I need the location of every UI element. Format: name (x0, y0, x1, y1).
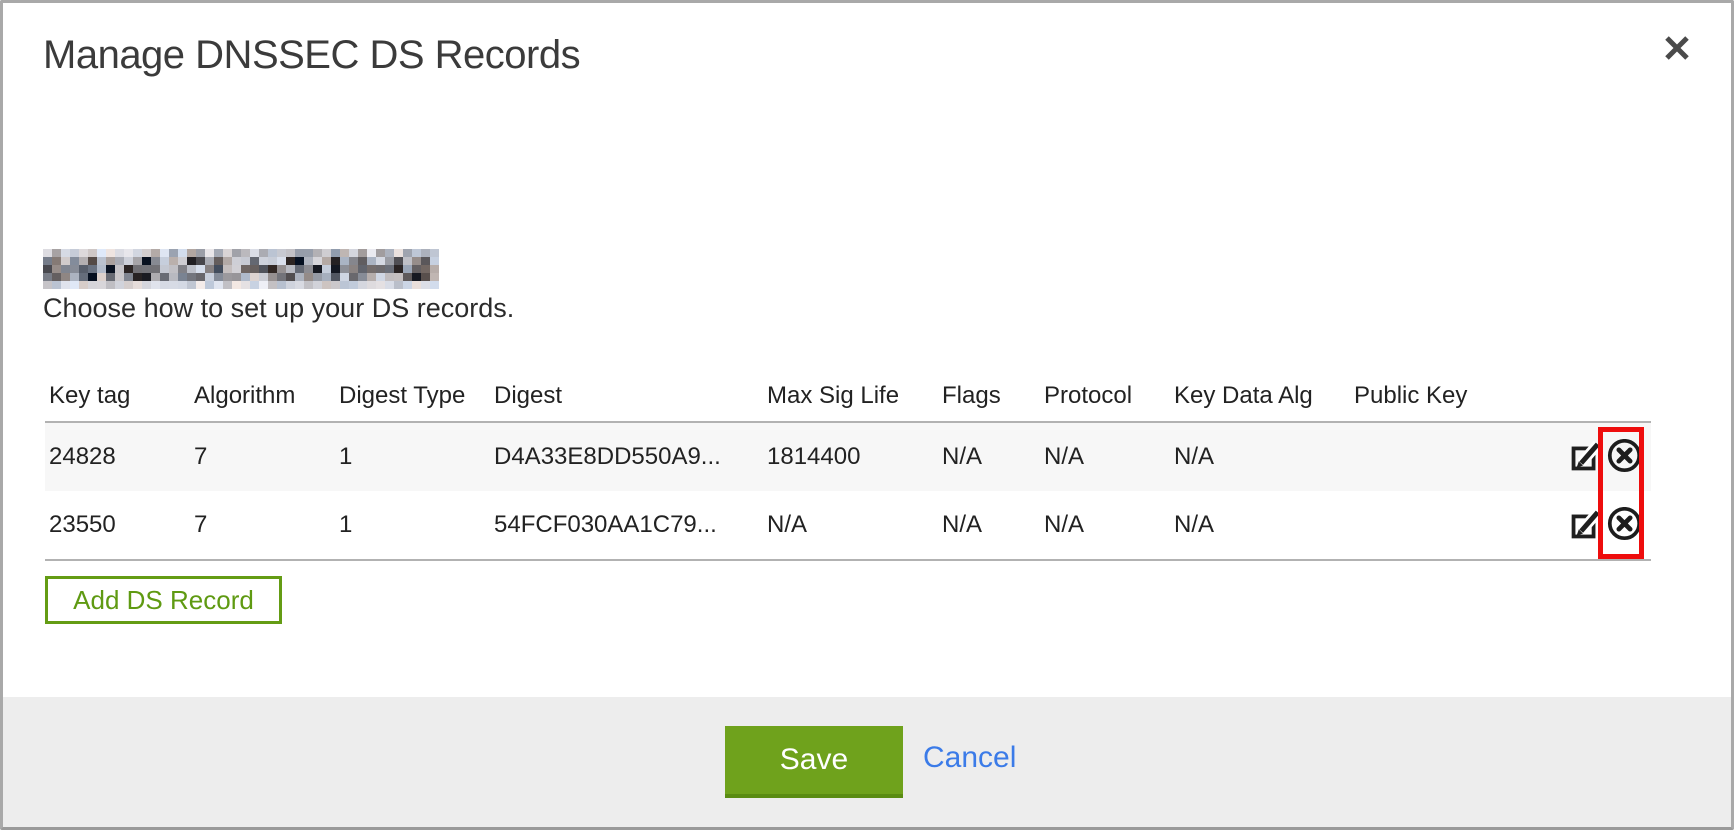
save-button[interactable]: Save (725, 726, 903, 798)
delete-record-button[interactable] (1606, 439, 1642, 475)
cell-actions (1565, 439, 1651, 475)
cell-algorithm: 7 (190, 443, 335, 471)
dialog-footer: Save Cancel (3, 697, 1731, 827)
cell-key-tag: 24828 (45, 443, 190, 471)
cell-key-data-alg: N/A (1170, 511, 1350, 539)
cell-flags: N/A (938, 511, 1040, 539)
column-header-digest: Digest (490, 382, 763, 410)
edit-icon (1570, 439, 1603, 475)
table-body: 24828 7 1 D4A33E8DD550A9... 1814400 N/A … (45, 421, 1651, 561)
manage-dnssec-ds-records-dialog: Manage DNSSEC DS Records Choose how to s… (0, 0, 1734, 830)
cell-digest: D4A33E8DD550A9... (490, 443, 763, 471)
cell-max-sig-life: 1814400 (763, 443, 938, 471)
table-header-row: Key tag Algorithm Digest Type Digest Max… (45, 371, 1651, 421)
cell-flags: N/A (938, 443, 1040, 471)
redacted-domain-name (43, 249, 439, 289)
delete-circle-x-icon (1606, 507, 1643, 543)
column-header-max-sig-life: Max Sig Life (763, 382, 938, 410)
column-header-digest-type: Digest Type (335, 382, 490, 410)
cell-key-tag: 23550 (45, 511, 190, 539)
page-title: Manage DNSSEC DS Records (43, 33, 580, 78)
cell-algorithm: 7 (190, 511, 335, 539)
cell-protocol: N/A (1040, 511, 1170, 539)
cell-actions (1565, 507, 1651, 543)
cell-digest: 54FCF030AA1C79... (490, 511, 763, 539)
column-header-key-tag: Key tag (45, 382, 190, 410)
cell-digest-type: 1 (335, 511, 490, 539)
close-icon (1664, 35, 1690, 64)
cell-key-data-alg: N/A (1170, 443, 1350, 471)
edit-record-button[interactable] (1569, 439, 1603, 475)
column-header-public-key: Public Key (1350, 382, 1565, 410)
cell-digest-type: 1 (335, 443, 490, 471)
cancel-button[interactable]: Cancel (923, 741, 1016, 775)
ds-records-table: Key tag Algorithm Digest Type Digest Max… (45, 371, 1651, 561)
instruction-text: Choose how to set up your DS records. (43, 293, 514, 324)
cell-max-sig-life: N/A (763, 511, 938, 539)
edit-icon (1570, 507, 1603, 543)
add-ds-record-button[interactable]: Add DS Record (45, 576, 282, 624)
close-button[interactable] (1659, 31, 1695, 67)
delete-record-button[interactable] (1606, 507, 1642, 543)
table-row: 24828 7 1 D4A33E8DD550A9... 1814400 N/A … (45, 423, 1651, 491)
column-header-protocol: Protocol (1040, 382, 1170, 410)
cell-protocol: N/A (1040, 443, 1170, 471)
column-header-flags: Flags (938, 382, 1040, 410)
column-header-algorithm: Algorithm (190, 382, 335, 410)
table-row: 23550 7 1 54FCF030AA1C79... N/A N/A N/A … (45, 491, 1651, 559)
delete-circle-x-icon (1606, 439, 1643, 475)
edit-record-button[interactable] (1569, 507, 1603, 543)
column-header-key-data-alg: Key Data Alg (1170, 382, 1350, 410)
